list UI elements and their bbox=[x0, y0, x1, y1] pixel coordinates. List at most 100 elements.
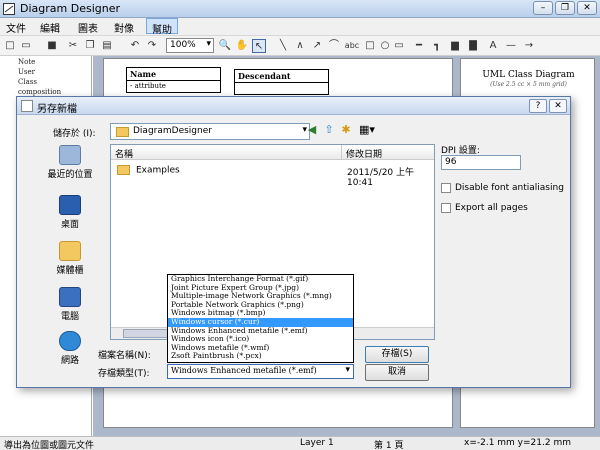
filetype-option[interactable]: Zsoft Paintbrush (*.pcx) bbox=[168, 352, 353, 361]
save-in-label: 儲存於 (I): bbox=[53, 129, 96, 139]
save-icon[interactable]: ■ bbox=[45, 39, 59, 53]
statusbar: 導出為位圖或圖元文件 Layer 1 第 1 頁 x=-2.1 mm y=21.… bbox=[0, 436, 600, 450]
list-item[interactable]: Examples bbox=[117, 165, 180, 176]
tree-item[interactable]: composition bbox=[18, 88, 61, 96]
arrow-icon[interactable]: → bbox=[522, 39, 536, 53]
hand-icon[interactable]: ✋ bbox=[235, 39, 249, 53]
place-label: 媒體櫃 bbox=[56, 266, 84, 276]
uml-subtitle: (Use 2.5 cc × 5 mm grid) bbox=[490, 81, 567, 88]
place-label: 電腦 bbox=[60, 312, 79, 322]
filetype-option[interactable]: Joint Picture Expert Group (*.jpg) bbox=[168, 284, 353, 293]
app-icon bbox=[3, 3, 15, 15]
ellipse-icon[interactable]: ○ bbox=[378, 39, 392, 53]
menu-diagram[interactable]: 圖表 bbox=[76, 20, 100, 35]
desktop-icon bbox=[59, 195, 81, 215]
column-header-date[interactable]: 修改日期 bbox=[341, 145, 434, 160]
restore-button[interactable]: ❐ bbox=[555, 1, 575, 15]
rectangle-icon[interactable]: □ bbox=[363, 39, 377, 53]
new-folder-icon[interactable]: ✱ bbox=[339, 123, 353, 137]
filetype-option[interactable]: Windows cursor (*.cur) bbox=[168, 317, 353, 327]
column-label: 名稱 bbox=[115, 150, 134, 160]
place-label: 最近的位置 bbox=[47, 170, 93, 180]
network-icon bbox=[59, 331, 81, 351]
line-icon[interactable]: ╲ bbox=[276, 39, 290, 53]
cut-icon[interactable]: ✂ bbox=[66, 39, 80, 53]
line-color-icon[interactable]: ┓ bbox=[430, 39, 444, 53]
folder-icon bbox=[117, 165, 130, 175]
uml-title: UML Class Diagram bbox=[482, 70, 575, 80]
minimize-button[interactable]: – bbox=[533, 1, 553, 15]
status-hint: 導出為位圖或圖元文件 bbox=[4, 441, 95, 450]
filename-label: 檔案名稱(N): bbox=[98, 351, 151, 361]
status-page: 第 1 頁 bbox=[374, 441, 404, 450]
arc-icon[interactable]: ⌒ bbox=[327, 39, 341, 53]
column-header-name[interactable]: 名稱 bbox=[111, 145, 341, 160]
filetype-select[interactable]: Windows Enhanced metafile (*.emf) bbox=[167, 364, 354, 379]
save-button[interactable]: 存檔(S) bbox=[365, 346, 429, 363]
class-name: Descendant bbox=[235, 70, 328, 83]
font-icon[interactable]: A bbox=[486, 39, 500, 53]
menu-edit[interactable]: 編輯 bbox=[38, 20, 62, 35]
export-all-checkbox[interactable] bbox=[441, 203, 451, 213]
tree-item[interactable]: Note bbox=[18, 58, 35, 66]
place-recent[interactable]: 最近的位置 bbox=[42, 145, 98, 180]
recent-places-icon bbox=[59, 145, 81, 165]
menu-object[interactable]: 對像 bbox=[112, 20, 136, 35]
tree-item[interactable]: Class bbox=[18, 78, 37, 86]
filetype-option[interactable]: Windows bitmap (*.bmp) bbox=[168, 309, 353, 318]
open-icon[interactable]: ▭ bbox=[19, 39, 33, 53]
filetype-option[interactable]: Windows metafile (*.wmf) bbox=[168, 344, 353, 353]
redo-icon[interactable]: ↷ bbox=[145, 39, 159, 53]
dialog-titlebar: 另存新檔 ? ✕ bbox=[17, 97, 570, 115]
filetype-option[interactable]: Portable Network Graphics (*.png) bbox=[168, 301, 353, 310]
filetype-option[interactable]: Graphics Interchange Format (*.gif) bbox=[168, 275, 353, 284]
window-titlebar: Diagram Designer – ❐ ✕ bbox=[0, 0, 600, 18]
dialog-icon bbox=[21, 100, 33, 112]
up-folder-icon[interactable]: ⇧ bbox=[322, 123, 336, 137]
window-title: Diagram Designer bbox=[20, 2, 120, 15]
undo-icon[interactable]: ↶ bbox=[128, 39, 142, 53]
class-shape[interactable]: Descendant bbox=[234, 69, 329, 95]
help-button[interactable]: ? bbox=[529, 99, 547, 113]
new-icon[interactable]: □ bbox=[3, 39, 17, 53]
dpi-input[interactable]: 96 bbox=[441, 155, 521, 170]
file-date: 2011/5/20 上午 10:41 bbox=[347, 168, 415, 188]
filetype-option[interactable]: Windows Enhanced metafile (*.emf) bbox=[168, 327, 353, 336]
menu-help[interactable]: 幫助 bbox=[146, 18, 178, 36]
filetype-dropdown-list[interactable]: Graphics Interchange Format (*.gif) Joint… bbox=[167, 274, 354, 363]
antialias-checkbox[interactable] bbox=[441, 183, 451, 193]
filetype-option[interactable]: Multiple-image Network Graphics (*.mng) bbox=[168, 292, 353, 301]
place-desktop[interactable]: 桌面 bbox=[42, 195, 98, 230]
close-button[interactable]: ✕ bbox=[577, 1, 597, 15]
line-width-icon[interactable]: ━ bbox=[412, 39, 426, 53]
polyline-icon[interactable]: ∧ bbox=[293, 39, 307, 53]
pointer-icon[interactable]: ↖ bbox=[252, 39, 266, 53]
save-in-combo[interactable]: DiagramDesigner ▾ bbox=[110, 123, 310, 140]
computer-icon bbox=[59, 287, 81, 307]
places-bar: 最近的位置 桌面 媒體櫃 電腦 網路 bbox=[42, 145, 98, 377]
view-menu-icon[interactable]: ▦▾ bbox=[357, 123, 377, 137]
place-network[interactable]: 網路 bbox=[42, 331, 98, 366]
zoom-select[interactable]: 100% bbox=[166, 38, 214, 53]
cancel-button[interactable]: 取消 bbox=[365, 364, 429, 381]
paste-icon[interactable]: ▤ bbox=[100, 39, 114, 53]
zoom-icon[interactable]: 🔍 bbox=[218, 39, 232, 53]
shadow-icon[interactable]: ▇ bbox=[466, 39, 480, 53]
line-style-icon[interactable]: — bbox=[504, 39, 518, 53]
tree-item[interactable]: User bbox=[18, 68, 35, 76]
class-shape[interactable]: Name - attribute bbox=[126, 67, 221, 93]
menu-file[interactable]: 文件 bbox=[4, 20, 28, 35]
place-computer[interactable]: 電腦 bbox=[42, 287, 98, 322]
dialog-close-button[interactable]: ✕ bbox=[549, 99, 567, 113]
copy-icon[interactable]: ❐ bbox=[83, 39, 97, 53]
text-tool[interactable]: abc bbox=[343, 39, 361, 53]
column-label: 修改日期 bbox=[346, 150, 383, 160]
filetype-option[interactable]: Windows icon (*.ico) bbox=[168, 335, 353, 344]
place-label: 桌面 bbox=[60, 220, 79, 230]
curve-icon[interactable]: ↗ bbox=[310, 39, 324, 53]
back-icon[interactable]: ◀ bbox=[305, 123, 319, 137]
place-library[interactable]: 媒體櫃 bbox=[42, 241, 98, 276]
fill-icon[interactable]: ▆ bbox=[448, 39, 462, 53]
polygon-icon[interactable]: ▭ bbox=[392, 39, 406, 53]
save-as-dialog: 另存新檔 ? ✕ 儲存於 (I): DiagramDesigner ▾ ◀ ⇧ … bbox=[16, 96, 571, 388]
